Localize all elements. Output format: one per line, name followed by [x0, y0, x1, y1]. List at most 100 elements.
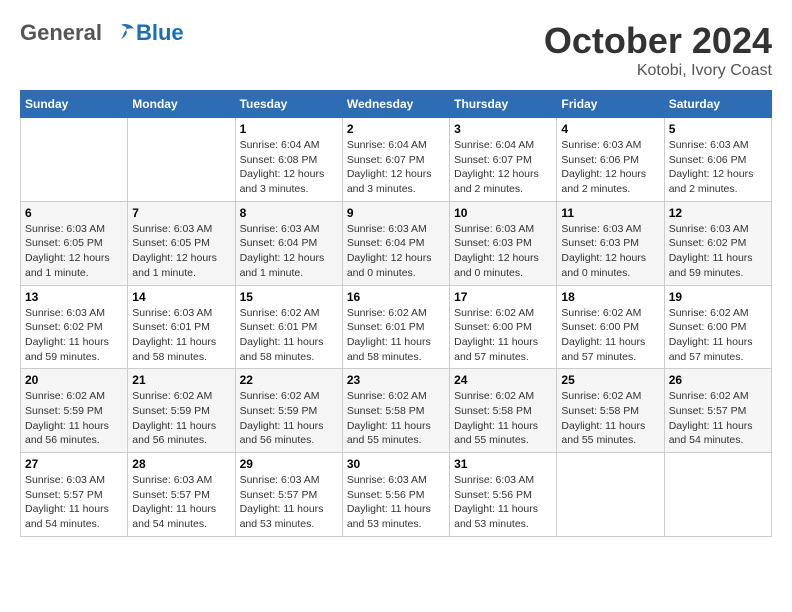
day-info: Sunrise: 6:03 AMSunset: 6:01 PMDaylight:… — [132, 306, 230, 365]
table-row — [21, 118, 128, 202]
calendar-week-row: 27Sunrise: 6:03 AMSunset: 5:57 PMDayligh… — [21, 453, 772, 537]
day-number: 10 — [454, 206, 552, 220]
calendar-table: SundayMondayTuesdayWednesdayThursdayFrid… — [20, 90, 772, 537]
calendar-header-saturday: Saturday — [664, 91, 771, 118]
day-info: Sunrise: 6:04 AMSunset: 6:07 PMDaylight:… — [454, 138, 552, 197]
day-number: 2 — [347, 122, 445, 136]
table-row: 8Sunrise: 6:03 AMSunset: 6:04 PMDaylight… — [235, 201, 342, 285]
calendar-header-monday: Monday — [128, 91, 235, 118]
day-number: 20 — [25, 373, 123, 387]
table-row: 19 Sunrise: 6:02 AMSunset: 6:00 PMDayligh… — [664, 285, 771, 369]
title-block: October 2024 Kotobi, Ivory Coast — [544, 20, 772, 80]
table-row: 28 Sunrise: 6:03 AMSunset: 5:57 PMDayligh… — [128, 453, 235, 537]
calendar-header-friday: Friday — [557, 91, 664, 118]
logo-blue: Blue — [136, 20, 184, 46]
table-row: 29Sunrise: 6:03 AMSunset: 5:57 PMDayligh… — [235, 453, 342, 537]
table-row: 22Sunrise: 6:02 AMSunset: 5:59 PMDayligh… — [235, 369, 342, 453]
day-info: Sunrise: 6:02 AMSunset: 5:57 PMDaylight:… — [669, 389, 767, 448]
day-info: Sunrise: 6:02 AMSunset: 6:01 PMDaylight:… — [347, 306, 445, 365]
day-number: 8 — [240, 206, 338, 220]
day-number: 1 — [240, 122, 338, 136]
day-number: 30 — [347, 457, 445, 471]
calendar-header-wednesday: Wednesday — [342, 91, 449, 118]
table-row: 3 Sunrise: 6:04 AMSunset: 6:07 PMDaylight… — [450, 118, 557, 202]
day-info: Sunrise: 6:02 AMSunset: 5:58 PMDaylight:… — [347, 389, 445, 448]
day-number: 12 — [669, 206, 767, 220]
table-row: 1 Sunrise: 6:04 AMSunset: 6:08 PMDaylight… — [235, 118, 342, 202]
day-info: Sunrise: 6:02 AMSunset: 5:59 PMDaylight:… — [240, 389, 338, 448]
table-row: 25 Sunrise: 6:02 AMSunset: 5:58 PMDayligh… — [557, 369, 664, 453]
table-row: 15Sunrise: 6:02 AMSunset: 6:01 PMDayligh… — [235, 285, 342, 369]
day-info: Sunrise: 6:03 AMSunset: 6:03 PMDaylight:… — [454, 222, 552, 281]
day-info: Sunrise: 6:03 AMSunset: 5:56 PMDaylight:… — [454, 473, 552, 532]
day-number: 25 — [561, 373, 659, 387]
table-row: 30 Sunrise: 6:03 AMSunset: 5:56 PMDayligh… — [342, 453, 449, 537]
logo-bird-icon — [106, 21, 136, 45]
table-row: 9Sunrise: 6:03 AMSunset: 6:04 PMDaylight… — [342, 201, 449, 285]
table-row: 5 Sunrise: 6:03 AMSunset: 6:06 PMDaylight… — [664, 118, 771, 202]
table-row: 21 Sunrise: 6:02 AMSunset: 5:59 PMDayligh… — [128, 369, 235, 453]
table-row: 11 Sunrise: 6:03 AMSunset: 6:03 PMDayligh… — [557, 201, 664, 285]
table-row: 6 Sunrise: 6:03 AMSunset: 6:05 PMDaylight… — [21, 201, 128, 285]
day-info: Sunrise: 6:03 AMSunset: 5:57 PMDaylight:… — [132, 473, 230, 532]
day-info: Sunrise: 6:03 AMSunset: 5:56 PMDaylight:… — [347, 473, 445, 532]
day-info: Sunrise: 6:03 AMSunset: 5:57 PMDaylight:… — [240, 473, 338, 532]
location: Kotobi, Ivory Coast — [544, 62, 772, 80]
day-info: Sunrise: 6:02 AMSunset: 5:59 PMDaylight:… — [25, 389, 123, 448]
day-info: Sunrise: 6:02 AMSunset: 5:59 PMDaylight:… — [132, 389, 230, 448]
day-number: 13 — [25, 290, 123, 304]
day-info: Sunrise: 6:04 AMSunset: 6:07 PMDaylight:… — [347, 138, 445, 197]
day-number: 5 — [669, 122, 767, 136]
calendar-header-row: SundayMondayTuesdayWednesdayThursdayFrid… — [21, 91, 772, 118]
table-row — [557, 453, 664, 537]
calendar-week-row: 6 Sunrise: 6:03 AMSunset: 6:05 PMDaylight… — [21, 201, 772, 285]
day-info: Sunrise: 6:03 AMSunset: 5:57 PMDaylight:… — [25, 473, 123, 532]
table-row: 10 Sunrise: 6:03 AMSunset: 6:03 PMDayligh… — [450, 201, 557, 285]
table-row: 17Sunrise: 6:02 AMSunset: 6:00 PMDayligh… — [450, 285, 557, 369]
day-info: Sunrise: 6:03 AMSunset: 6:03 PMDaylight:… — [561, 222, 659, 281]
day-info: Sunrise: 6:04 AMSunset: 6:08 PMDaylight:… — [240, 138, 338, 197]
page-header: General Blue October 2024 Kotobi, Ivory … — [20, 20, 772, 80]
table-row: 24Sunrise: 6:02 AMSunset: 5:58 PMDayligh… — [450, 369, 557, 453]
calendar-week-row: 13 Sunrise: 6:03 AMSunset: 6:02 PMDayligh… — [21, 285, 772, 369]
day-number: 21 — [132, 373, 230, 387]
day-info: Sunrise: 6:02 AMSunset: 5:58 PMDaylight:… — [561, 389, 659, 448]
day-number: 19 — [669, 290, 767, 304]
calendar-header-thursday: Thursday — [450, 91, 557, 118]
day-info: Sunrise: 6:03 AMSunset: 6:06 PMDaylight:… — [561, 138, 659, 197]
day-info: Sunrise: 6:02 AMSunset: 6:00 PMDaylight:… — [561, 306, 659, 365]
day-number: 3 — [454, 122, 552, 136]
day-number: 14 — [132, 290, 230, 304]
day-number: 7 — [132, 206, 230, 220]
calendar-week-row: 1 Sunrise: 6:04 AMSunset: 6:08 PMDaylight… — [21, 118, 772, 202]
table-row: 18 Sunrise: 6:02 AMSunset: 6:00 PMDayligh… — [557, 285, 664, 369]
day-number: 6 — [25, 206, 123, 220]
month-title: October 2024 — [544, 20, 772, 62]
table-row: 23 Sunrise: 6:02 AMSunset: 5:58 PMDayligh… — [342, 369, 449, 453]
day-number: 18 — [561, 290, 659, 304]
day-info: Sunrise: 6:03 AMSunset: 6:04 PMDaylight:… — [347, 222, 445, 281]
table-row — [664, 453, 771, 537]
day-number: 4 — [561, 122, 659, 136]
day-info: Sunrise: 6:02 AMSunset: 5:58 PMDaylight:… — [454, 389, 552, 448]
table-row: 4 Sunrise: 6:03 AMSunset: 6:06 PMDaylight… — [557, 118, 664, 202]
day-number: 11 — [561, 206, 659, 220]
table-row: 7Sunrise: 6:03 AMSunset: 6:05 PMDaylight… — [128, 201, 235, 285]
table-row: 20 Sunrise: 6:02 AMSunset: 5:59 PMDayligh… — [21, 369, 128, 453]
calendar-header-sunday: Sunday — [21, 91, 128, 118]
table-row: 13 Sunrise: 6:03 AMSunset: 6:02 PMDayligh… — [21, 285, 128, 369]
day-number: 15 — [240, 290, 338, 304]
day-number: 31 — [454, 457, 552, 471]
day-number: 26 — [669, 373, 767, 387]
calendar-week-row: 20 Sunrise: 6:02 AMSunset: 5:59 PMDayligh… — [21, 369, 772, 453]
day-info: Sunrise: 6:03 AMSunset: 6:06 PMDaylight:… — [669, 138, 767, 197]
day-number: 28 — [132, 457, 230, 471]
day-info: Sunrise: 6:03 AMSunset: 6:02 PMDaylight:… — [669, 222, 767, 281]
day-info: Sunrise: 6:03 AMSunset: 6:05 PMDaylight:… — [25, 222, 123, 281]
table-row: 27Sunrise: 6:03 AMSunset: 5:57 PMDayligh… — [21, 453, 128, 537]
day-number: 23 — [347, 373, 445, 387]
day-info: Sunrise: 6:03 AMSunset: 6:02 PMDaylight:… — [25, 306, 123, 365]
day-info: Sunrise: 6:02 AMSunset: 6:00 PMDaylight:… — [669, 306, 767, 365]
table-row: 31 Sunrise: 6:03 AMSunset: 5:56 PMDayligh… — [450, 453, 557, 537]
table-row: 14 Sunrise: 6:03 AMSunset: 6:01 PMDayligh… — [128, 285, 235, 369]
